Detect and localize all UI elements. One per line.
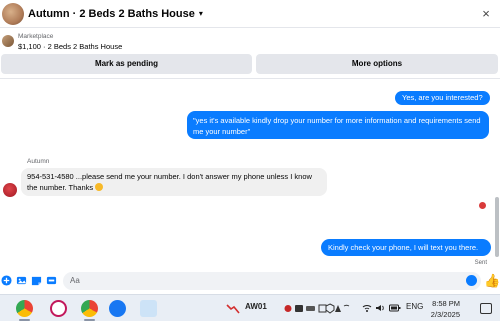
more-options-button[interactable]: More options — [256, 54, 498, 74]
marketplace-listing[interactable]: Marketplace $1,100 · 2 Beds 2 Baths Hous… — [0, 30, 500, 52]
listing-description: $1,100 · 2 Beds 2 Baths House — [18, 42, 123, 51]
paint-icon[interactable] — [140, 300, 157, 317]
scrollbar-thumb[interactable] — [495, 197, 499, 257]
like-icon[interactable]: 👍 — [484, 273, 500, 289]
sender-name: Autumn — [27, 158, 50, 165]
system-tray-icons[interactable] — [284, 303, 350, 314]
snipping-tool-icon[interactable] — [50, 300, 67, 317]
message-text: 954-531-4580 ...please send me your numb… — [27, 172, 312, 192]
message-input[interactable]: Aa — [63, 272, 481, 290]
volume-icon[interactable] — [375, 303, 385, 313]
stock-ticker-label[interactable]: AW01 — [245, 302, 267, 311]
clock-time: 8:58 PM — [432, 299, 460, 308]
outgoing-message[interactable]: "yes it's available kindly drop your num… — [187, 111, 489, 139]
chat-header: Autumn · 2 Beds 2 Baths House ▾ × — [0, 0, 500, 28]
emoji-icon — [95, 183, 104, 191]
language-indicator[interactable]: ENG — [406, 302, 423, 311]
clock[interactable]: 8:58 PM 2/3/2025 — [431, 298, 460, 320]
close-icon[interactable]: × — [478, 6, 494, 22]
clock-date: 2/3/2025 — [430, 310, 460, 319]
listing-thumbnail — [2, 35, 14, 47]
chat-title[interactable]: Autumn · 2 Beds 2 Baths House — [28, 8, 195, 20]
sent-status: Sent — [474, 260, 487, 266]
messenger-window: Autumn · 2 Beds 2 Baths House ▾ × Market… — [0, 0, 500, 321]
listing-category: Marketplace — [18, 33, 54, 40]
facebook-icon[interactable] — [109, 300, 126, 317]
listing-actions: Mark as pending More options — [0, 54, 500, 74]
stock-chart-icon[interactable] — [226, 303, 240, 315]
contact-avatar[interactable] — [2, 2, 24, 25]
mark-as-pending-button[interactable]: Mark as pending — [1, 54, 252, 74]
message-composer: Aa 👍 — [0, 270, 500, 292]
divider — [0, 78, 500, 79]
battery-icon[interactable] — [389, 303, 401, 313]
incoming-message[interactable]: 954-531-4580 ...please send me your numb… — [21, 168, 327, 196]
seen-indicator-avatar — [479, 202, 486, 209]
gif-icon[interactable] — [46, 275, 57, 286]
chrome-icon[interactable] — [16, 300, 33, 317]
sender-avatar[interactable] — [3, 183, 17, 197]
chrome-profile-icon[interactable] — [81, 300, 98, 317]
emoji-button[interactable] — [466, 275, 477, 286]
wifi-icon[interactable] — [362, 303, 372, 313]
os-taskbar: AW01 ENG 8:58 PM 2/3/2025 — [0, 294, 500, 321]
plus-circle-icon[interactable] — [1, 275, 12, 286]
outgoing-message[interactable]: Yes, are you interested? — [395, 91, 490, 105]
notification-icon[interactable] — [480, 303, 492, 314]
image-icon[interactable] — [16, 275, 27, 286]
outgoing-message[interactable]: Kindly check your phone, I will text you… — [321, 239, 491, 256]
sticker-icon[interactable] — [31, 275, 42, 286]
chevron-down-icon[interactable]: ▾ — [199, 9, 203, 18]
